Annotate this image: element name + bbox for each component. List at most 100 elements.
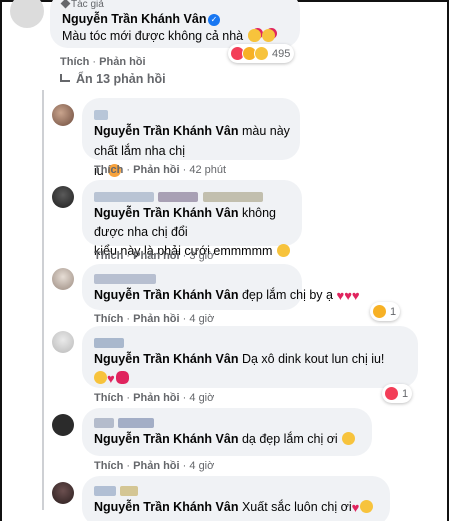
mention-author[interactable]: Nguyễn Trần Khánh Vân: [94, 432, 238, 446]
reply-timestamp[interactable]: 3 giờ: [189, 250, 214, 262]
mention-author[interactable]: Nguyễn Trần Khánh Vân: [94, 288, 238, 302]
reply-text-line1: Xuất sắc luôn chị ơi: [241, 500, 352, 514]
blurred-text: [94, 273, 156, 284]
separator-dot: ·: [126, 250, 131, 262]
reply-thread-line: [42, 90, 44, 510]
blurred-text: [120, 485, 139, 496]
reply-link[interactable]: Phản hồi: [133, 313, 179, 325]
smiling-hearts-emoji-icon: [342, 432, 356, 445]
reply-text: Nguyễn Trần Khánh Vân dạ đẹp lắm chị ơi: [94, 432, 356, 446]
reply-text-line1: đẹp lắm chị by ạ: [241, 288, 333, 302]
reply-timestamp[interactable]: 4 giờ: [189, 460, 214, 472]
red-heart-icon: ♥: [351, 500, 360, 515]
tagged-name-blur: [94, 270, 156, 288]
separator-dot: ·: [182, 164, 187, 176]
smiling-hearts-emoji-icon: [360, 500, 374, 513]
reply-actions: Thích · Phản hồi · 42 phút: [94, 164, 226, 176]
reply-avatar[interactable]: [52, 104, 74, 126]
reply-reactions[interactable]: 1: [382, 384, 413, 403]
care-reaction-icon: [372, 304, 387, 319]
hide-replies-link[interactable]: Ẩn 13 phản hồi: [60, 72, 166, 86]
author-badge: Tác giả: [60, 0, 104, 10]
reply-link[interactable]: Phản hồi: [133, 460, 179, 472]
mention-author[interactable]: Nguyễn Trần Khánh Vân: [94, 124, 238, 138]
red-heart-icon: ♥: [344, 288, 352, 303]
blurred-text: [94, 417, 114, 428]
blurred-text: [118, 417, 155, 428]
separator-dot: ·: [126, 460, 131, 472]
hide-replies-label: Ẩn 13 phản hồi: [76, 72, 166, 86]
separator-dot: ·: [92, 56, 97, 68]
separator-dot: ·: [126, 313, 131, 325]
kiss-lips-emoji-icon: [115, 371, 129, 384]
reply-timestamp[interactable]: 4 giờ: [189, 392, 214, 404]
top-comment-author[interactable]: Nguyễn Trần Khánh Vân: [62, 12, 206, 26]
wow-reaction-icon: [254, 46, 269, 61]
reply-timestamp[interactable]: 4 giờ: [189, 313, 214, 325]
reply-reactions[interactable]: 1: [370, 302, 401, 321]
blurred-text: [94, 485, 116, 496]
mention-author[interactable]: Nguyễn Trần Khánh Vân: [94, 206, 238, 220]
reply-link[interactable]: Phản hồi: [133, 164, 179, 176]
sad-face-emoji-icon: [276, 244, 290, 257]
reply-avatar[interactable]: [52, 186, 74, 208]
reply-reaction-count: 1: [402, 387, 409, 400]
reply-avatar[interactable]: [52, 414, 74, 436]
reply-text: Nguyễn Trần Khánh Vân Xuất sắc luôn chị …: [94, 500, 374, 515]
smiling-hearts-emoji-icon: [261, 29, 275, 42]
separator-dot: ·: [126, 392, 131, 404]
reply-link[interactable]: Phản hồi: [133, 392, 179, 404]
tagged-name-blur: [94, 482, 139, 500]
separator-dot: ·: [182, 250, 187, 262]
love-reaction-icon: [384, 386, 399, 401]
blurred-text: [94, 191, 154, 202]
like-link[interactable]: Thích: [60, 56, 89, 68]
reply-avatar[interactable]: [52, 268, 74, 290]
separator-dot: ·: [126, 164, 131, 176]
reply-link[interactable]: Phản hồi: [99, 56, 145, 68]
reply-text: Nguyễn Trần Khánh Vân đẹp lắm chị by ạ ♥…: [94, 288, 360, 302]
blurred-text: [158, 191, 199, 202]
tagged-name-blur: [94, 414, 155, 432]
reply-actions: Thích · Phản hồi · 3 giờ: [94, 250, 214, 262]
reply-avatar[interactable]: [52, 331, 74, 353]
blurred-text: [202, 191, 263, 202]
reply-text-line1: Dạ xô dink kout lun chị iu!: [241, 352, 385, 366]
blurred-text: [94, 109, 108, 120]
top-comment-text-body: Màu tóc mới được không cả nhà: [62, 29, 244, 43]
reply-avatar[interactable]: [52, 482, 74, 504]
reply-text: Nguyễn Trần Khánh Vân Dạ xô dink kout lu…: [94, 350, 414, 388]
reply-actions: Thích · Phản hồi · 4 giờ: [94, 392, 214, 404]
mention-author[interactable]: Nguyễn Trần Khánh Vân: [94, 352, 238, 366]
reply-arrow-icon: [60, 74, 70, 82]
like-link[interactable]: Thích: [94, 250, 123, 262]
reply-link[interactable]: Phản hồi: [133, 250, 179, 262]
red-heart-icon: ♥: [336, 288, 345, 303]
pencil-icon: [60, 0, 71, 9]
top-comment-reactions[interactable]: 495: [228, 44, 295, 63]
blurred-text: [94, 337, 124, 348]
smiling-hearts-emoji-icon: [94, 371, 107, 384]
author-badge-label: Tác giả: [71, 0, 104, 10]
verified-badge-icon: ✓: [208, 14, 220, 26]
top-comment-text: Màu tóc mới được không cả nhà: [62, 28, 275, 45]
reply-actions: Thích · Phản hồi · 4 giờ: [94, 313, 214, 325]
reply-text-line1: dạ đẹp lắm chị ơi: [241, 432, 338, 446]
like-link[interactable]: Thích: [94, 460, 123, 472]
mention-author[interactable]: Nguyễn Trần Khánh Vân: [94, 500, 238, 514]
red-heart-icon: ♥: [351, 288, 360, 303]
reply-reaction-count: 1: [390, 305, 397, 318]
top-comment-reaction-count: 495: [272, 47, 291, 60]
top-comment-actions: Thích · Phản hồi: [60, 56, 146, 68]
separator-dot: ·: [182, 313, 187, 325]
reply-timestamp[interactable]: 42 phút: [189, 164, 226, 176]
separator-dot: ·: [182, 460, 187, 472]
reply-actions: Thích · Phản hồi · 4 giờ: [94, 460, 214, 472]
smiling-hearts-emoji-icon: [247, 29, 261, 42]
top-comment-avatar[interactable]: [10, 0, 44, 28]
like-link[interactable]: Thích: [94, 392, 123, 404]
separator-dot: ·: [182, 392, 187, 404]
heart-icon: ♥: [107, 371, 115, 386]
like-link[interactable]: Thích: [94, 164, 123, 176]
like-link[interactable]: Thích: [94, 313, 123, 325]
